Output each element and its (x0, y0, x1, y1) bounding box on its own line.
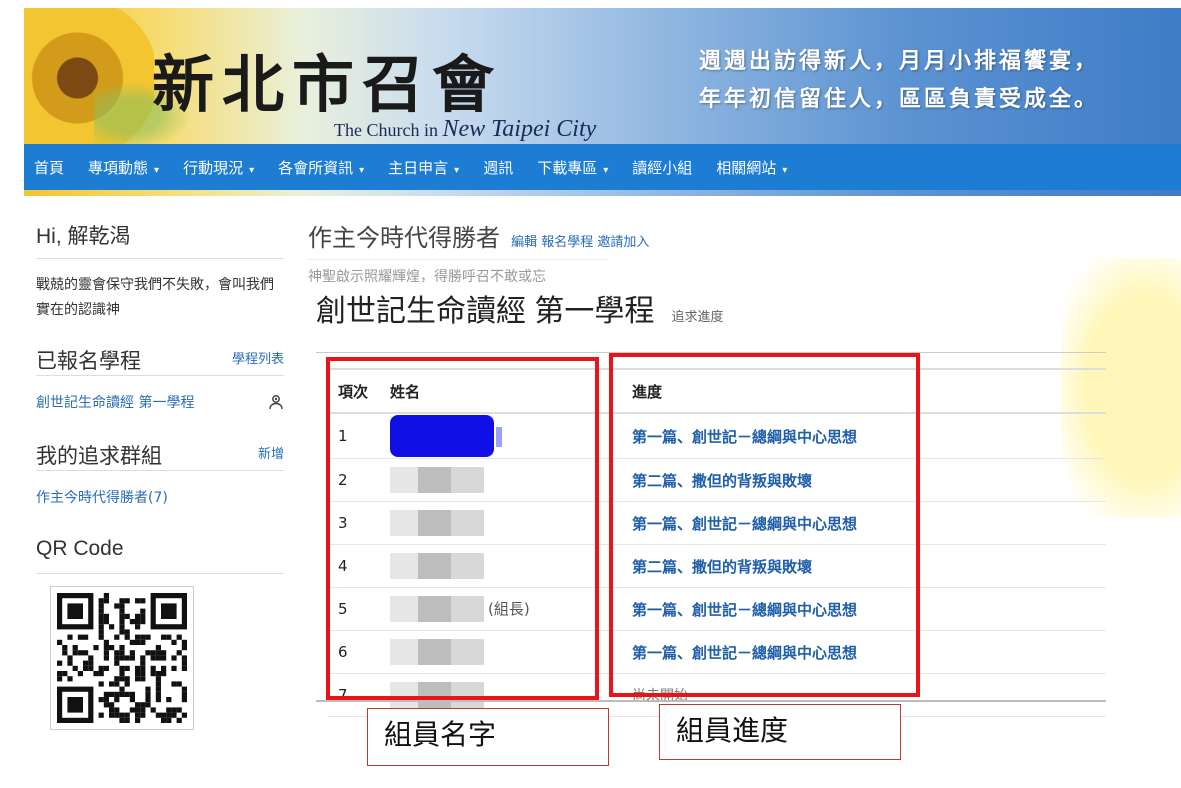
enroll-course-link[interactable]: 報名學程 (541, 235, 593, 250)
invite-link[interactable]: 邀請加入 (597, 235, 649, 250)
my-groups-title: 我的追求群組 (36, 445, 162, 468)
group-item-link[interactable]: 作主今時代得勝者(7) (36, 487, 284, 507)
slogan-line-1: 週週出訪得新人，月月小排福饗宴， (699, 48, 1100, 74)
progress-annotation-label: 組員進度 (659, 704, 901, 760)
qr-code-image (50, 586, 194, 730)
caret-down-icon: ▾ (359, 164, 365, 176)
nav-item-8[interactable]: 相關網站 ▾ (716, 157, 787, 178)
slogan: 週週出訪得新人，月月小排福饗宴， 年年初信留住人，區區負責受成全。 (699, 42, 1169, 118)
caret-down-icon: ▾ (249, 164, 255, 176)
names-annotation-label: 組員名字 (367, 708, 609, 766)
nav-item-label: 專項動態 (88, 159, 149, 177)
my-groups-header: 我的追求群組 新增 (36, 432, 284, 471)
caret-down-icon: ▾ (603, 164, 609, 176)
site-header: 新北市召會 The Church in New Taipei City 週週出訪… (24, 8, 1181, 196)
caret-down-icon: ▾ (154, 164, 160, 176)
enrolled-courses-header: 已報名學程 學程列表 (36, 337, 284, 376)
qr-code-title: QR Code (36, 537, 284, 574)
nav-item-0[interactable]: 首頁 (34, 157, 64, 178)
site-logo-english[interactable]: The Church in New Taipei City (334, 116, 596, 143)
caret-down-icon: ▾ (454, 164, 460, 176)
nav-item-6[interactable]: 下載專區 ▾ (537, 157, 608, 178)
nav-item-label: 各會所資訊 (278, 159, 354, 177)
course-track-label: 追求進度 (671, 310, 724, 325)
sidebar: Hi, 解乾渴 戰兢的靈會保守我們不失敗，會叫我們實在的認識神 已報名學程 學程… (36, 220, 284, 730)
nav-item-label: 相關網站 (716, 159, 777, 177)
enrolled-courses-title: 已報名學程 (36, 350, 141, 373)
group-users-icon[interactable] (268, 394, 284, 410)
nav-item-label: 讀經小組 (632, 159, 693, 177)
table-bottom-rule (316, 700, 1106, 702)
user-greeting: Hi, 解乾渴 (36, 220, 284, 259)
nav-item-3[interactable]: 各會所資訊 ▾ (278, 157, 364, 178)
nav-item-2[interactable]: 行動現況 ▾ (183, 157, 254, 178)
group-subtitle: 神聖啟示照耀輝煌，得勝呼召不敢或忘 (308, 259, 608, 286)
nav-item-label: 首頁 (34, 159, 65, 177)
caret-down-icon: ▾ (782, 164, 788, 176)
course-list-link[interactable]: 學程列表 (232, 348, 284, 367)
group-title: 作主今時代得勝者 (308, 225, 500, 252)
names-highlight-box (326, 357, 599, 700)
nav-item-label: 週訊 (483, 159, 514, 177)
enrolled-course-label[interactable]: 創世記生命讀經 第一學程 (36, 392, 194, 412)
site-logo-chinese[interactable]: 新北市召會 (152, 34, 502, 124)
main-nav: 首頁 專項動態 ▾ 行動現況 ▾ 各會所資訊 ▾ 主日申言 ▾ 週訊 下載專區 ▾ 讀經小組 相關網站 ▾ (24, 144, 1181, 190)
nav-item-4[interactable]: 主日申言 ▾ (388, 157, 459, 178)
nav-item-5[interactable]: 週訊 (483, 157, 513, 178)
group-actions: 編輯 報名學程 邀請加入 (511, 235, 649, 250)
edit-group-link[interactable]: 編輯 (511, 235, 537, 250)
nav-item-7[interactable]: 讀經小組 (632, 157, 692, 178)
slogan-line-2: 年年初信留住人，區區負責受成全。 (699, 86, 1100, 112)
user-motto: 戰兢的靈會保守我們不失敗，會叫我們實在的認識神 (36, 277, 274, 318)
nav-item-label: 下載專區 (537, 159, 598, 177)
main-content: 作主今時代得勝者 編輯 報名學程 邀請加入 神聖啟示照耀輝煌，得勝呼召不敢或忘 … (308, 218, 1108, 717)
nav-item-label: 行動現況 (183, 159, 244, 177)
add-group-link[interactable]: 新增 (258, 443, 284, 462)
logo-en-city: New Taipei City (442, 116, 597, 142)
logo-en-prefix: The Church in (334, 120, 438, 140)
course-title: 創世記生命讀經 第一學程 (316, 295, 655, 328)
enrolled-course-item[interactable]: 創世記生命讀經 第一學程 (36, 392, 284, 412)
nav-item-1[interactable]: 專項動態 ▾ (88, 157, 159, 178)
progress-highlight-box (609, 353, 920, 697)
nav-item-label: 主日申言 (388, 159, 449, 177)
